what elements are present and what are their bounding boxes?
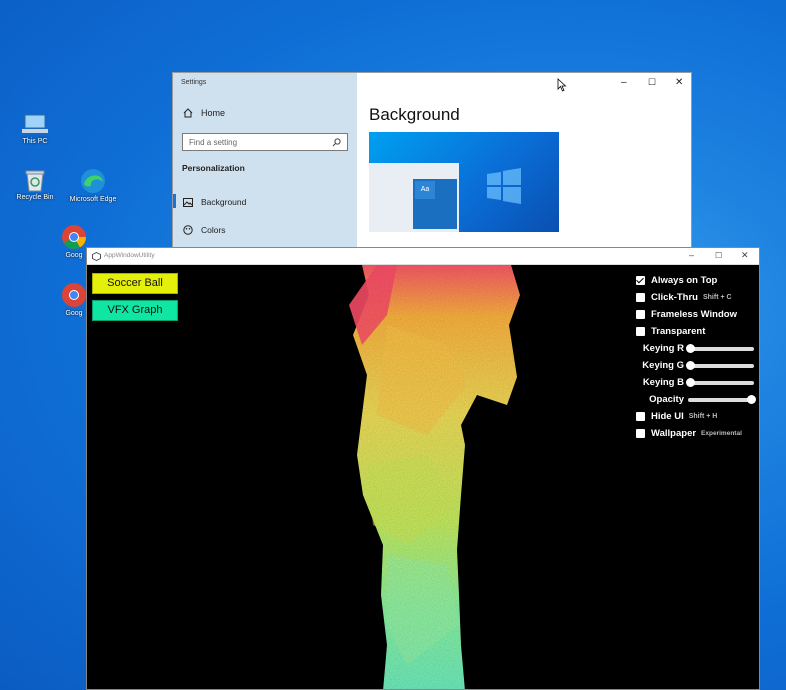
- soccer-ball-button[interactable]: Soccer Ball: [92, 273, 178, 294]
- checkbox[interactable]: [636, 429, 645, 438]
- vfx-graph-button[interactable]: VFX Graph: [92, 300, 178, 321]
- background-preview: Aa: [369, 132, 559, 232]
- home-label: Home: [201, 108, 226, 118]
- slider-label: Opacity: [649, 394, 684, 405]
- option-label: Always on Top: [651, 275, 718, 286]
- checkbox[interactable]: [636, 412, 645, 421]
- settings-search-input[interactable]: Find a setting: [182, 133, 348, 151]
- desktop-icon-edge[interactable]: Microsoft Edge: [58, 168, 128, 203]
- slider-label: Keying R: [642, 343, 684, 354]
- page-title: Background: [369, 105, 460, 124]
- desktop-icon-label: This PC: [22, 138, 48, 145]
- always-on-top-toggle[interactable]: Always on Top: [636, 272, 754, 289]
- shortcut-hint: Shift + C: [702, 294, 732, 301]
- wallpaper-toggle[interactable]: Wallpaper Experimental: [636, 425, 754, 442]
- frameless-window-toggle[interactable]: Frameless Window: [636, 306, 754, 323]
- nav-item-colors[interactable]: Colors: [183, 225, 226, 235]
- computer-icon: [22, 114, 48, 133]
- maximize-button[interactable]: ☐: [715, 251, 722, 260]
- transparent-toggle[interactable]: Transparent: [636, 323, 754, 340]
- minimize-button[interactable]: –: [621, 77, 627, 88]
- settings-panel: Always on Top Click-Thru Shift + C Frame…: [636, 272, 756, 442]
- checkbox[interactable]: [636, 293, 645, 302]
- keying-g-slider-row: Keying G: [636, 357, 754, 374]
- settings-title: Settings: [181, 79, 207, 86]
- slider-handle[interactable]: [686, 360, 695, 370]
- render-view: Soccer Ball VFX Graph Always on Top Clic…: [87, 265, 759, 689]
- desktop-icon-this-pc[interactable]: This PC: [0, 112, 70, 145]
- search-icon: [332, 138, 341, 147]
- minimize-button[interactable]: –: [689, 250, 694, 260]
- nav-item-label: Colors: [201, 225, 226, 235]
- slider-handle[interactable]: [686, 377, 695, 387]
- click-thru-toggle[interactable]: Click-Thru Shift + C: [636, 289, 754, 306]
- option-label: Wallpaper: [651, 428, 697, 439]
- edge-icon: [81, 169, 105, 193]
- keying-b-slider-row: Keying B: [636, 374, 754, 391]
- nav-item-background[interactable]: Background: [173, 194, 247, 208]
- app-window[interactable]: AppWindowUtility – ☐ ✕ Soccer Ball VFX G…: [86, 247, 760, 690]
- recycle-bin-icon: [25, 170, 45, 192]
- opacity-slider-row: Opacity: [636, 391, 756, 408]
- mouse-cursor-icon: [557, 78, 567, 92]
- settings-home-link[interactable]: Home: [183, 108, 225, 118]
- app-titlebar[interactable]: AppWindowUtility – ☐ ✕: [87, 248, 759, 265]
- keying-r-slider-row: Keying R: [636, 340, 754, 357]
- close-button[interactable]: ✕: [741, 250, 749, 261]
- settings-content: – ☐ ✕ Background Aa: [357, 73, 691, 249]
- desktop-icon-label: Recycle Bin: [16, 194, 54, 201]
- search-placeholder: Find a setting: [189, 138, 238, 147]
- checkbox[interactable]: [636, 327, 645, 336]
- option-label: Click-Thru: [651, 292, 698, 303]
- unity-icon: [92, 252, 101, 261]
- chrome-icon: [62, 225, 86, 250]
- desktop-icon-label: Goog: [65, 252, 83, 259]
- nav-item-label: Background: [201, 197, 247, 207]
- settings-sidebar: Settings Home Find a setting Personaliza…: [173, 73, 357, 249]
- maximize-button[interactable]: ☐: [648, 77, 656, 88]
- keying-g-slider[interactable]: [686, 360, 754, 370]
- slider-handle[interactable]: [686, 343, 695, 353]
- option-label: Hide UI: [651, 411, 684, 422]
- option-label: Frameless Window: [651, 309, 737, 320]
- checkbox[interactable]: [636, 310, 645, 319]
- desktop-icon-label: Microsoft Edge: [69, 196, 117, 203]
- slider-label: Keying B: [642, 377, 684, 388]
- app-title: AppWindowUtility: [104, 252, 155, 259]
- slider-handle[interactable]: [747, 394, 756, 404]
- home-icon: [183, 108, 193, 118]
- experimental-hint: Experimental: [701, 430, 742, 437]
- section-personalization: Personalization: [182, 163, 245, 173]
- keying-r-slider[interactable]: [686, 343, 754, 353]
- shortcut-hint: Shift + H: [688, 413, 718, 420]
- checkbox-checked[interactable]: [636, 276, 645, 285]
- option-label: Transparent: [651, 326, 706, 337]
- keying-b-slider[interactable]: [686, 377, 754, 387]
- opacity-slider[interactable]: [688, 394, 756, 404]
- image-icon: [183, 197, 193, 207]
- chrome-icon: [62, 283, 86, 307]
- desktop-icon-label: Goog: [65, 310, 83, 317]
- slider-label: Keying G: [642, 360, 684, 371]
- palette-icon: [183, 225, 193, 235]
- settings-window[interactable]: Settings Home Find a setting Personaliza…: [172, 72, 692, 250]
- close-button[interactable]: ✕: [675, 77, 683, 88]
- hide-ui-toggle[interactable]: Hide UI Shift + H: [636, 408, 754, 425]
- preview-sample-text: Aa: [415, 181, 435, 199]
